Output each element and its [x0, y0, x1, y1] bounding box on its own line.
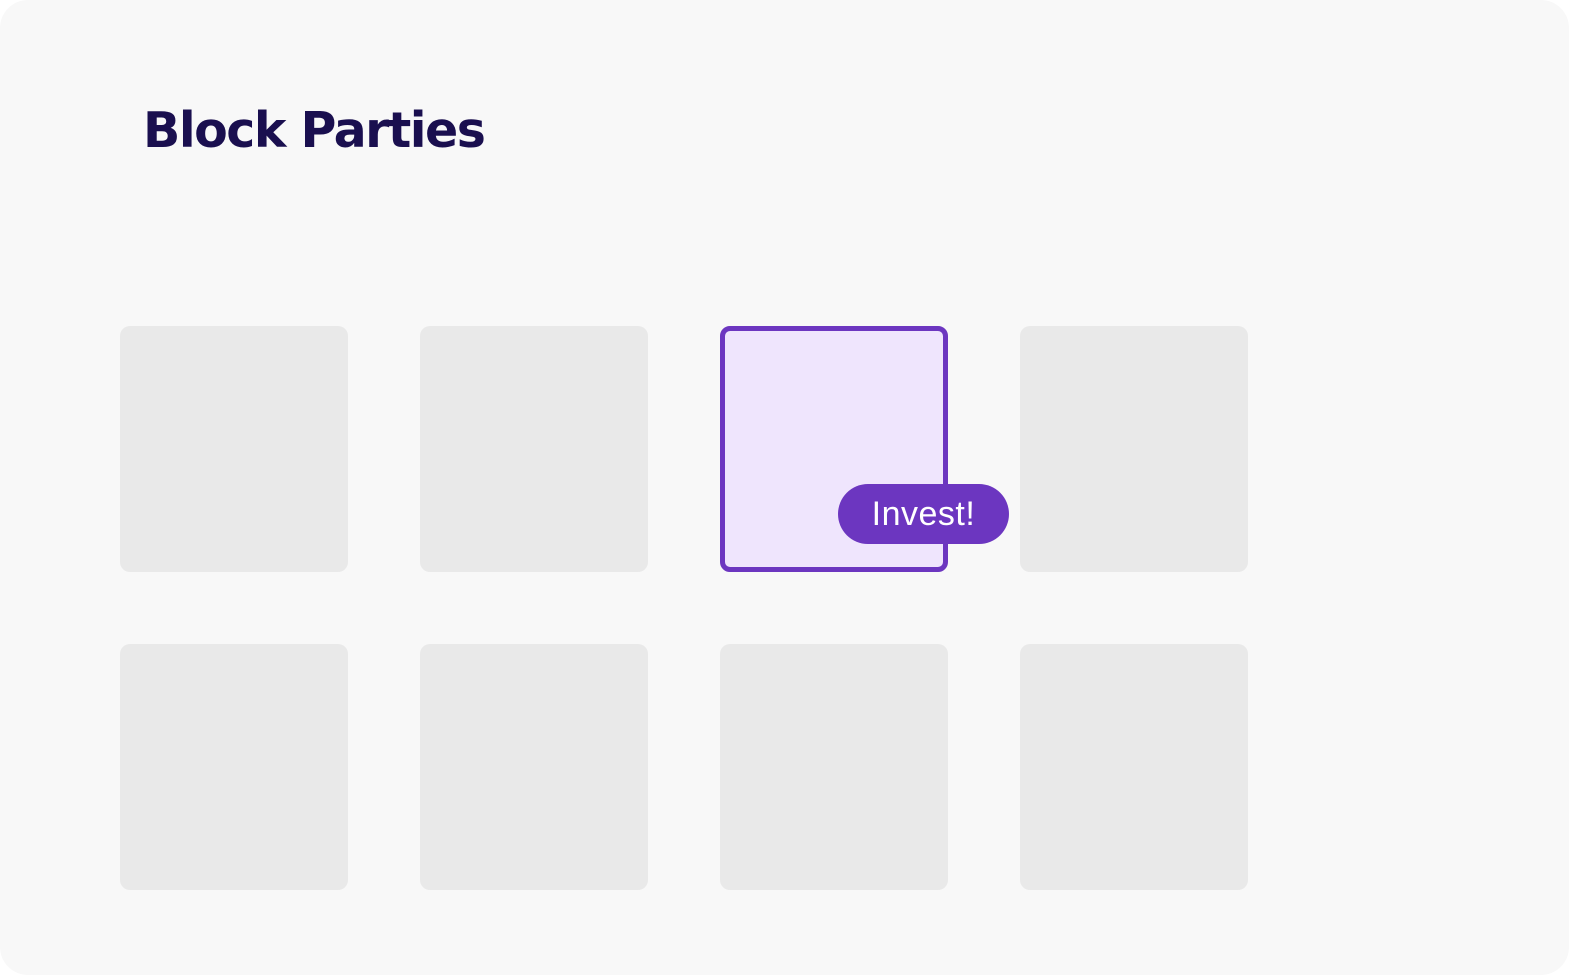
- app-frame: Block Parties Invest!: [0, 0, 1569, 975]
- block-grid: Invest!: [120, 326, 1248, 890]
- block-tile-4[interactable]: [1020, 326, 1248, 572]
- block-tile-8[interactable]: [1020, 644, 1248, 890]
- page-title: Block Parties: [143, 102, 486, 159]
- block-tile-3-selected[interactable]: Invest!: [720, 326, 1009, 572]
- block-tile-2[interactable]: [420, 326, 648, 572]
- block-tile-7[interactable]: [720, 644, 948, 890]
- block-tile-1[interactable]: [120, 326, 348, 572]
- block-tile-5[interactable]: [120, 644, 348, 890]
- invest-button[interactable]: Invest!: [838, 484, 1009, 544]
- block-tile-6[interactable]: [420, 644, 648, 890]
